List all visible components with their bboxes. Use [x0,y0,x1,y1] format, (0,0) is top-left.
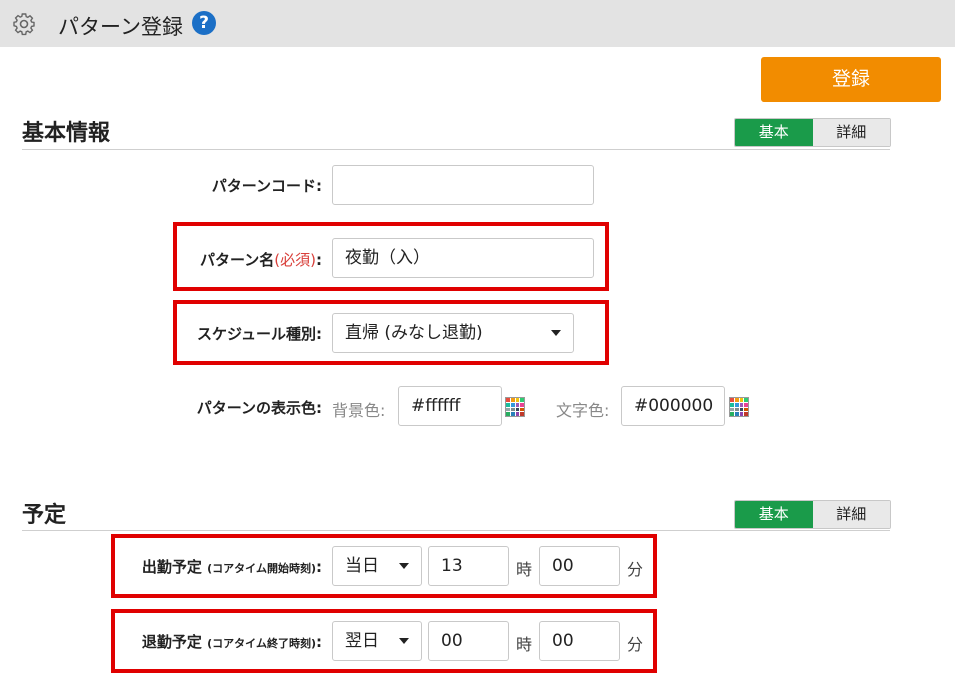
label-colon: : [316,558,322,576]
section-divider [22,530,890,531]
gear-icon[interactable] [12,12,36,36]
toggle-basic[interactable]: 基本 [735,501,813,528]
background-color-input[interactable]: #ffffff [398,386,502,426]
pattern-name-label-text: パターン名 [200,251,275,269]
basic-detail-toggle: 基本 詳細 [734,118,891,147]
required-marker: (必須) [274,251,316,269]
clock-in-minute-input[interactable]: 00 [539,546,620,586]
minute-unit: 分 [627,635,644,654]
register-button[interactable]: 登録 [761,57,941,102]
section-title-basic-info: 基本情報 [22,121,111,146]
toggle-detail[interactable]: 詳細 [812,501,890,528]
pattern-code-label: パターンコード: [211,177,322,195]
hour-unit: 時 [516,635,533,654]
toggle-basic[interactable]: 基本 [735,119,813,146]
clock-out-sub-label: (コアタイム終了時刻) [207,637,316,650]
minute-unit: 分 [627,560,644,579]
clock-out-day-select[interactable]: 翌日 [332,621,422,661]
toggle-detail[interactable]: 詳細 [812,119,890,146]
clock-out-minute-input[interactable]: 00 [539,621,620,661]
text-color-input[interactable]: #000000 [621,386,725,426]
pattern-name-input[interactable]: 夜勤（入） [332,238,594,278]
chevron-down-icon [399,638,409,644]
clock-in-sub-label: (コアタイム開始時刻) [207,562,316,575]
label-colon: : [316,251,322,269]
text-color-label: 文字色: [556,401,610,420]
label-colon: : [316,633,322,651]
basic-detail-toggle: 基本 詳細 [734,500,891,529]
clock-in-label: 出勤予定 (コアタイム開始時刻): [118,556,322,577]
schedule-type-value: 直帰 (みなし退勤) [345,323,483,343]
pattern-name-label: パターン名(必須): [180,249,322,270]
background-color-label: 背景色: [332,401,386,420]
title-bar: パターン登録 ? [0,0,955,47]
help-icon[interactable]: ? [192,11,216,35]
clock-in-label-text: 出勤予定 [141,558,202,576]
clock-out-label-text: 退勤予定 [141,633,202,651]
clock-out-label: 退勤予定 (コアタイム終了時刻): [118,631,322,652]
schedule-type-select[interactable]: 直帰 (みなし退勤) [332,313,574,353]
color-palette-icon[interactable] [505,397,525,417]
chevron-down-icon [399,563,409,569]
section-divider [22,149,890,150]
clock-out-day-value: 翌日 [345,631,379,651]
schedule-type-label: スケジュール種別: [197,325,322,343]
hour-unit: 時 [516,560,533,579]
clock-in-day-value: 当日 [345,556,379,576]
clock-out-hour-input[interactable]: 00 [428,621,509,661]
clock-in-day-select[interactable]: 当日 [332,546,422,586]
section-title-schedule: 予定 [22,503,67,528]
pattern-code-input[interactable] [332,165,594,205]
chevron-down-icon [551,330,561,336]
color-palette-icon[interactable] [729,397,749,417]
clock-in-hour-input[interactable]: 13 [428,546,509,586]
display-color-label: パターンの表示色: [196,399,322,417]
page-title: パターン登録 [58,15,183,39]
